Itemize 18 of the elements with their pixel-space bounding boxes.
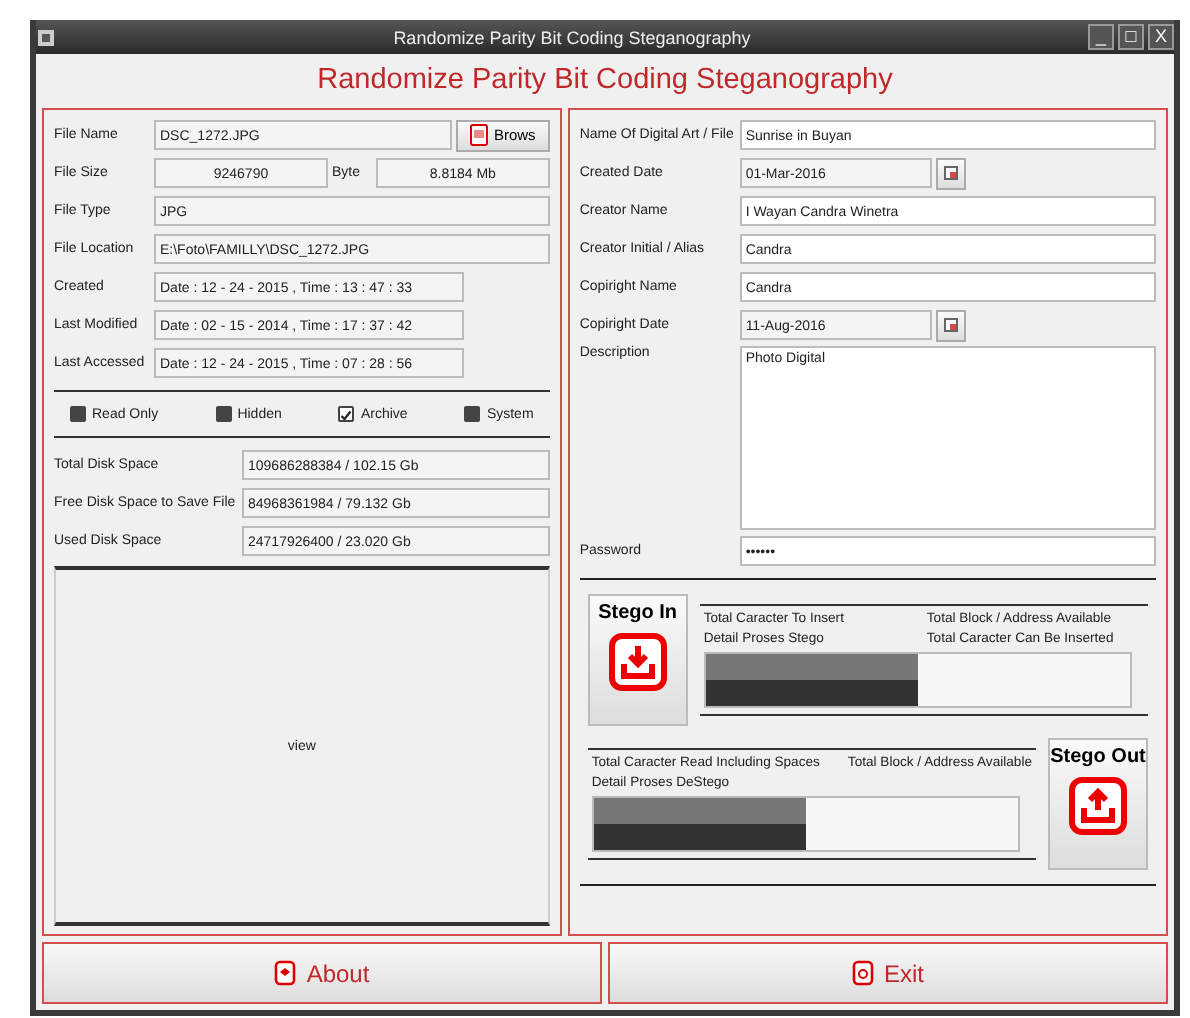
close-button[interactable]: X xyxy=(1148,24,1174,50)
maximize-button[interactable]: □ xyxy=(1118,24,1144,50)
about-button[interactable]: About xyxy=(42,942,602,1004)
checkmark-icon xyxy=(340,408,353,424)
window-title: Randomize Parity Bit Coding Steganography xyxy=(391,27,753,47)
app-icon xyxy=(36,27,56,47)
document-icon xyxy=(469,124,488,146)
stego-in-button[interactable]: Stego In xyxy=(587,594,688,726)
calendar-button[interactable] xyxy=(935,157,966,189)
calendar-button[interactable] xyxy=(935,309,966,341)
app-heading: Randomize Parity Bit Coding Steganography xyxy=(315,62,895,100)
calendar-icon xyxy=(943,318,958,332)
exit-button[interactable]: Exit xyxy=(608,942,1168,1004)
stego-out-button[interactable]: Stego Out xyxy=(1048,738,1148,870)
download-icon xyxy=(607,632,668,692)
calendar-icon xyxy=(943,166,958,180)
upload-icon xyxy=(1068,776,1128,836)
minimize-button[interactable]: _ xyxy=(1088,24,1114,50)
